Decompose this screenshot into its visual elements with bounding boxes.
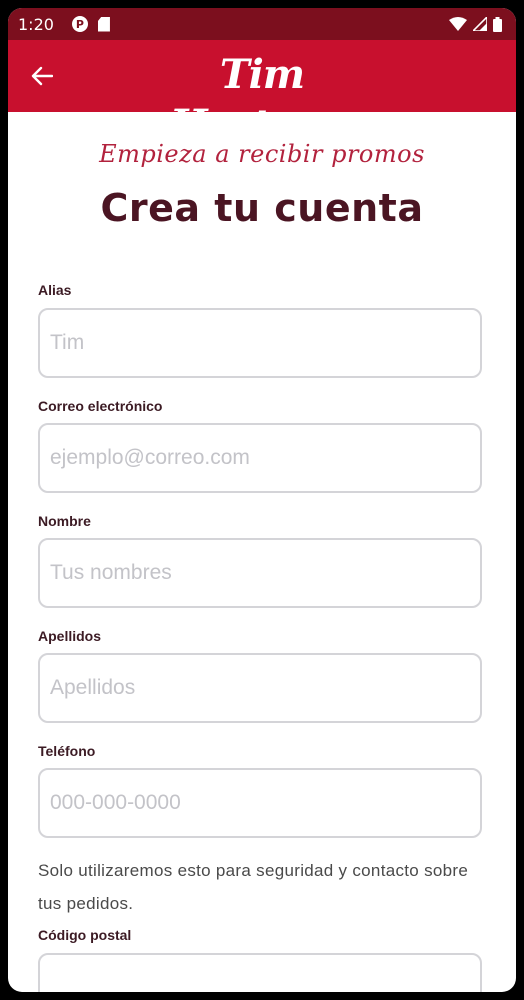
page-title: Crea tu cuenta — [100, 186, 424, 230]
status-bar: 1:20 P — [8, 8, 516, 40]
app-bar: Tim Hortons® — [8, 40, 516, 150]
phone-helper-text: Solo utilizaremos esto para seguridad y … — [38, 861, 469, 913]
tagline: Empieza a recibir promos — [99, 140, 425, 168]
brand-logo: Tim Hortons® — [128, 50, 396, 150]
phone-input[interactable] — [38, 768, 482, 838]
signal-icon — [473, 17, 487, 31]
last-name-label: Apellidos — [38, 628, 102, 644]
signup-form: Empieza a recibir promos Crea tu cuenta … — [8, 112, 516, 992]
back-button[interactable] — [24, 60, 60, 92]
first-name-input[interactable] — [38, 538, 482, 608]
arrow-left-icon — [31, 66, 53, 86]
postal-code-label: Código postal — [38, 927, 132, 943]
last-name-input[interactable] — [38, 653, 482, 723]
battery-icon — [493, 16, 502, 32]
alias-input[interactable] — [38, 308, 482, 378]
phone-screen: 1:20 P Tim Hortons® Empieza a recibir pr… — [8, 8, 516, 992]
alias-label: Alias — [38, 282, 72, 298]
circle-p-icon: P — [71, 16, 88, 32]
postal-code-input[interactable] — [38, 953, 482, 992]
status-icons — [449, 16, 502, 32]
phone-label: Teléfono — [38, 743, 96, 759]
sd-card-icon — [97, 16, 110, 32]
wifi-icon — [449, 17, 467, 31]
first-name-label: Nombre — [38, 513, 91, 529]
status-time: 1:20 — [18, 14, 54, 34]
email-label: Correo electrónico — [38, 398, 163, 414]
email-input[interactable] — [38, 423, 482, 493]
